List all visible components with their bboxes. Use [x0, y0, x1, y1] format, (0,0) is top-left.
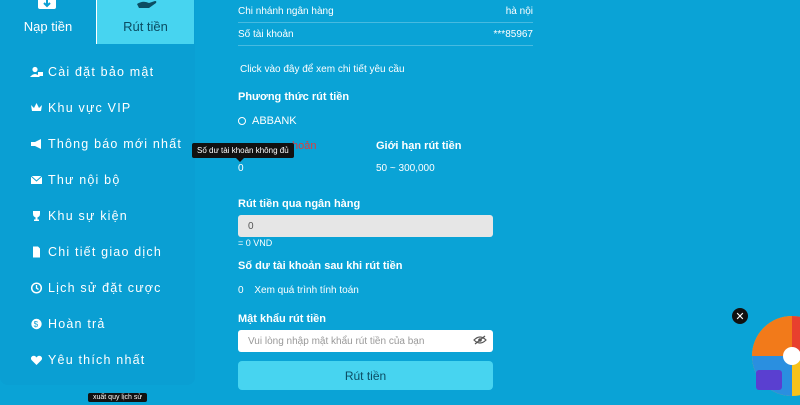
sidebar-item-inbox[interactable]: Thư nội bộ [0, 162, 195, 198]
branch-row: Chi nhánh ngân hàng hà nội [238, 6, 533, 17]
account-value: ***85967 [493, 29, 533, 40]
balance-value: 0 [238, 163, 244, 174]
withdraw-amount-input[interactable]: 0 [238, 215, 493, 237]
crown-icon [30, 102, 42, 114]
converted-amount: = 0 VND [238, 238, 273, 248]
password-field[interactable]: Vui lòng nhập mật khẩu rút tiền của bạn [238, 330, 493, 352]
sidebar-item-label: Khu vực VIP [48, 101, 132, 115]
sidebar-item-label: Yêu thích nhất [48, 353, 146, 367]
megaphone-icon [30, 138, 42, 150]
sidebar: Nạp tiền Rút tiền Cài đặt bảo mật Khu vự… [0, 0, 195, 385]
sidebar-item-label: Lịch sử đặt cược [48, 281, 162, 295]
sidebar-menu: Cài đặt bảo mật Khu vực VIP Thông báo mớ… [0, 54, 195, 378]
sidebar-item-security[interactable]: Cài đặt bảo mật [0, 54, 195, 90]
sidebar-item-rebate[interactable]: $ Hoàn trả [0, 306, 195, 342]
tab-withdraw[interactable]: Rút tiền [97, 0, 194, 44]
deposit-icon [36, 0, 58, 15]
balance-after-label: Số dư tài khoản sau khi rút tiền [238, 260, 403, 272]
tab-bar: Nạp tiền Rút tiền [0, 0, 195, 44]
branch-value: hà nội [505, 6, 533, 17]
balance-after-row: 0 Xem quá trình tính toán [238, 285, 359, 296]
close-icon[interactable]: ✕ [732, 308, 748, 324]
balance-label: hoản [292, 140, 317, 152]
svg-text:$: $ [34, 320, 40, 329]
user-lock-icon [30, 66, 43, 78]
sidebar-item-vip[interactable]: Khu vực VIP [0, 90, 195, 126]
password-label: Mật khẩu rút tiền [238, 313, 327, 325]
trophy-icon [30, 210, 42, 222]
hand-money-icon [135, 0, 159, 15]
limit-value: 50 ~ 300,000 [376, 163, 435, 174]
withdraw-bank-label: Rút tiền qua ngân hàng [238, 198, 361, 210]
account-label: Số tài khoản [238, 29, 294, 40]
method-heading: Phương thức rút tiền [238, 91, 350, 103]
withdraw-submit-button[interactable]: Rút tiền [238, 361, 493, 390]
document-icon [30, 246, 42, 258]
history-icon [30, 282, 43, 294]
insufficient-balance-tooltip: Số dư tài khoản không đủ [192, 143, 294, 162]
tab-deposit-label: Nạp tiền [23, 19, 73, 34]
sidebar-item-label: Khu sự kiện [48, 209, 128, 223]
envelope-icon [30, 174, 43, 186]
eye-slash-icon[interactable] [473, 335, 487, 348]
bank-option[interactable]: ABBANK [238, 115, 297, 127]
sidebar-item-label: Chi tiết giao dịch [48, 245, 163, 259]
sidebar-item-bet-history[interactable]: Lịch sử đặt cược [0, 270, 195, 306]
sidebar-item-label: Cài đặt bảo mật [48, 65, 155, 79]
lucky-wheel-widget[interactable] [748, 308, 800, 400]
account-row: Số tài khoản ***85967 [238, 29, 533, 40]
radio-icon [238, 117, 246, 125]
heart-icon [30, 354, 43, 366]
sidebar-item-label: Hoàn trả [48, 317, 106, 331]
sidebar-item-favorites[interactable]: Yêu thích nhất [0, 342, 195, 378]
tab-withdraw-label: Rút tiền [123, 19, 168, 34]
branch-label: Chi nhánh ngân hàng [238, 6, 334, 17]
limit-label: Giới hạn rút tiền [376, 140, 462, 152]
divider [238, 22, 533, 23]
dollar-icon: $ [30, 318, 42, 330]
sidebar-item-events[interactable]: Khu sự kiện [0, 198, 195, 234]
sidebar-item-announcements[interactable]: Thông báo mới nhất [0, 126, 195, 162]
sidebar-item-label: Thư nội bộ [48, 173, 121, 187]
details-link[interactable]: Click vào đây để xem chi tiết yêu cầu [240, 64, 405, 75]
divider [238, 45, 533, 46]
sidebar-item-label: Thông báo mới nhất [48, 137, 183, 151]
bank-option-label: ABBANK [252, 115, 297, 127]
tab-deposit[interactable]: Nạp tiền [0, 0, 97, 44]
balance-after-value: 0 [238, 285, 244, 296]
password-placeholder: Vui lòng nhập mật khẩu rút tiền của bạn [248, 335, 425, 347]
bottom-tooltip: xuất quy lịch sử [88, 393, 148, 402]
lucky-wheel-icon [752, 316, 800, 396]
sidebar-item-transactions[interactable]: Chi tiết giao dịch [0, 234, 195, 270]
calc-link[interactable]: Xem quá trình tính toán [254, 285, 359, 296]
